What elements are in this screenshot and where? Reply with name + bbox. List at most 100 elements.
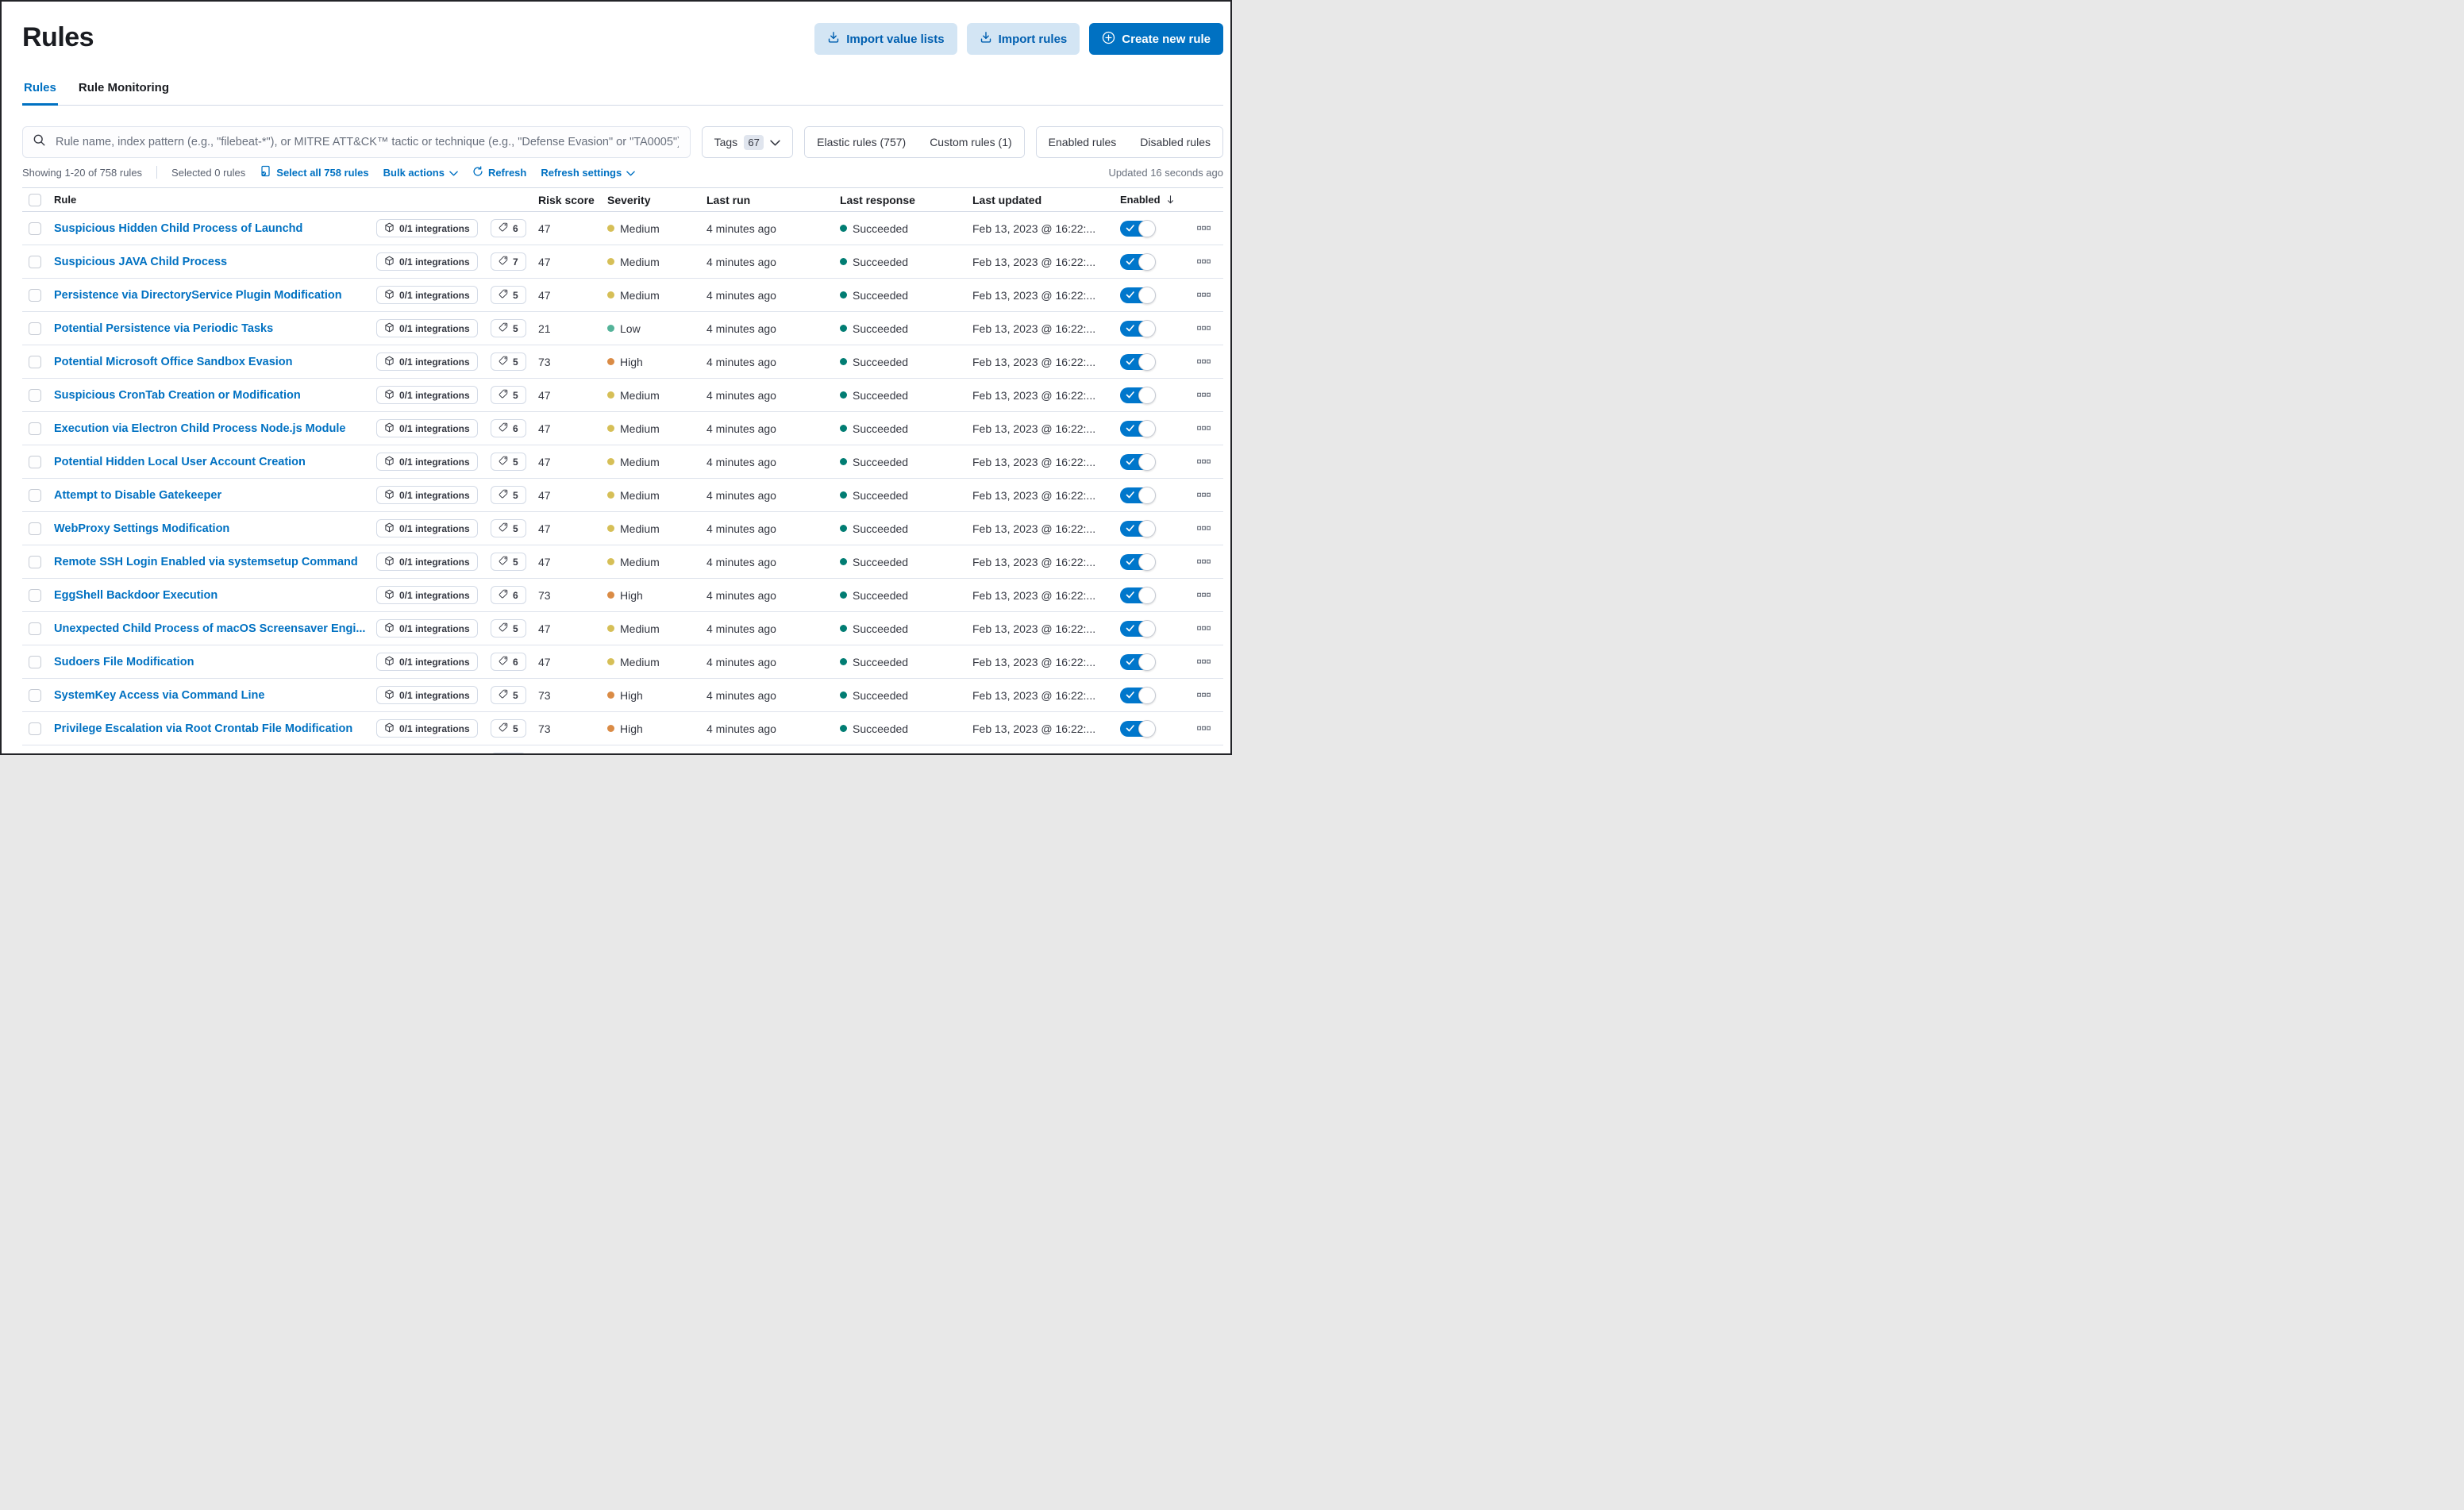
enabled-toggle[interactable] [1120,287,1155,303]
integrations-badge[interactable]: 0/1 integrations [376,419,478,437]
tags-badge[interactable]: 5 [491,286,526,304]
integrations-badge[interactable]: 0/1 integrations [376,219,478,237]
rule-name-link[interactable]: Execution via Electron Child Process Nod… [54,422,345,435]
rule-name-link[interactable]: Privilege Escalation via Root Crontab Fi… [54,722,352,735]
row-actions-button[interactable] [1194,322,1214,334]
integrations-badge[interactable]: 0/1 integrations [376,586,478,604]
column-header-enabled[interactable]: Enabled [1120,194,1184,206]
tags-badge[interactable]: 5 [491,686,526,704]
integrations-badge[interactable]: 0/1 integrations [376,653,478,671]
row-actions-button[interactable] [1194,522,1214,534]
row-actions-button[interactable] [1194,389,1214,401]
row-actions-button[interactable] [1194,289,1214,301]
row-actions-button[interactable] [1194,256,1214,268]
bulk-actions-button[interactable]: Bulk actions [383,167,458,179]
column-header-last-response[interactable]: Last response [840,194,972,206]
select-all-checkbox[interactable] [29,194,41,206]
enabled-toggle[interactable] [1120,654,1155,670]
row-actions-button[interactable] [1194,356,1214,368]
integrations-badge[interactable]: 0/1 integrations [376,519,478,537]
disabled-rules-filter-button[interactable]: Disabled rules [1128,127,1222,157]
tags-badge[interactable]: 6 [491,419,526,437]
rule-name-link[interactable]: SystemKey Access via Command Line [54,689,264,702]
integrations-badge[interactable]: 0/1 integrations [376,286,478,304]
rule-name-link[interactable]: Potential Microsoft Office Sandbox Evasi… [54,356,293,368]
row-actions-button[interactable] [1194,689,1214,701]
integrations-badge[interactable]: 0/1 integrations [376,553,478,571]
row-actions-button[interactable] [1194,456,1214,468]
elastic-rules-filter-button[interactable]: Elastic rules (757) [805,127,918,157]
rule-search-input[interactable] [54,135,680,149]
row-checkbox[interactable] [29,356,41,368]
tags-badge[interactable]: 6 [491,219,526,237]
enabled-toggle[interactable] [1120,387,1155,403]
tags-badge[interactable]: 5 [491,486,526,504]
enabled-toggle[interactable] [1120,521,1155,537]
rule-name-link[interactable]: Persistence via DirectoryService Plugin … [54,289,342,302]
rule-name-link[interactable]: Suspicious JAVA Child Process [54,256,227,268]
row-checkbox[interactable] [29,722,41,735]
rule-name-link[interactable]: Suspicious CronTab Creation or Modificat… [54,389,301,402]
enabled-rules-filter-button[interactable]: Enabled rules [1037,127,1129,157]
rule-name-link[interactable]: Potential Persistence via Periodic Tasks [54,322,273,335]
row-checkbox[interactable] [29,556,41,568]
row-actions-button[interactable] [1194,422,1214,434]
enabled-toggle[interactable] [1120,587,1155,603]
enabled-toggle[interactable] [1120,754,1155,756]
tags-badge[interactable]: 5 [491,319,526,337]
rule-name-link[interactable]: Attempt to Disable Gatekeeper [54,489,221,502]
row-checkbox[interactable] [29,589,41,602]
custom-rules-filter-button[interactable]: Custom rules (1) [918,127,1023,157]
enabled-toggle[interactable] [1120,254,1155,270]
integrations-badge[interactable]: 0/1 integrations [376,319,478,337]
row-actions-button[interactable] [1194,589,1214,601]
tags-badge[interactable]: 7 [491,252,526,271]
row-checkbox[interactable] [29,422,41,435]
rule-name-link[interactable]: EggShell Backdoor Execution [54,589,218,602]
rule-name-link[interactable]: Unexpected Child Process of macOS Screen… [54,622,365,635]
tags-filter-button[interactable]: Tags 67 [703,127,793,157]
tags-badge[interactable]: 5 [491,519,526,537]
rule-name-link[interactable]: Potential Hidden Local User Account Crea… [54,456,306,468]
row-checkbox[interactable] [29,456,41,468]
tab-rules[interactable]: Rules [22,81,58,105]
tags-badge[interactable]: 6 [491,586,526,604]
tags-badge[interactable]: 5 [491,352,526,371]
row-checkbox[interactable] [29,489,41,502]
tags-badge[interactable]: 5 [491,453,526,471]
integrations-badge[interactable]: 0/1 integrations [376,719,478,738]
row-checkbox[interactable] [29,289,41,302]
row-checkbox[interactable] [29,656,41,668]
column-header-risk-score[interactable]: Risk score [538,194,607,206]
select-all-link[interactable]: Select all 758 rules [260,165,368,179]
row-actions-button[interactable] [1194,622,1214,634]
row-checkbox[interactable] [29,689,41,702]
row-checkbox[interactable] [29,256,41,268]
enabled-toggle[interactable] [1120,221,1155,237]
import-rules-button[interactable]: Import rules [967,23,1080,55]
refresh-button[interactable]: Refresh [472,166,526,179]
tags-badge[interactable]: 6 [491,753,526,755]
rule-name-link[interactable]: WebProxy Settings Modification [54,522,229,535]
row-actions-button[interactable] [1194,656,1214,668]
integrations-badge[interactable]: 0/1 integrations [376,686,478,704]
tags-badge[interactable]: 5 [491,719,526,738]
rule-name-link[interactable]: Remote SSH Login Enabled via systemsetup… [54,556,358,568]
tab-rule-monitoring[interactable]: Rule Monitoring [77,81,171,105]
integrations-badge[interactable]: 0/1 integrations [376,352,478,371]
tags-badge[interactable]: 5 [491,553,526,571]
row-checkbox[interactable] [29,622,41,635]
create-new-rule-button[interactable]: Create new rule [1089,23,1223,55]
row-actions-button[interactable] [1194,722,1214,734]
import-value-lists-button[interactable]: Import value lists [814,23,957,55]
enabled-toggle[interactable] [1120,354,1155,370]
integrations-badge[interactable]: 0/1 integrations [376,486,478,504]
rule-name-link[interactable]: Suspicious Hidden Child Process of Launc… [54,222,302,235]
enabled-toggle[interactable] [1120,688,1155,703]
enabled-toggle[interactable] [1120,487,1155,503]
enabled-toggle[interactable] [1120,321,1155,337]
integrations-badge[interactable]: 0/1 integrations [376,386,478,404]
enabled-toggle[interactable] [1120,554,1155,570]
enabled-toggle[interactable] [1120,454,1155,470]
rule-name-link[interactable]: Sudoers File Modification [54,656,194,668]
